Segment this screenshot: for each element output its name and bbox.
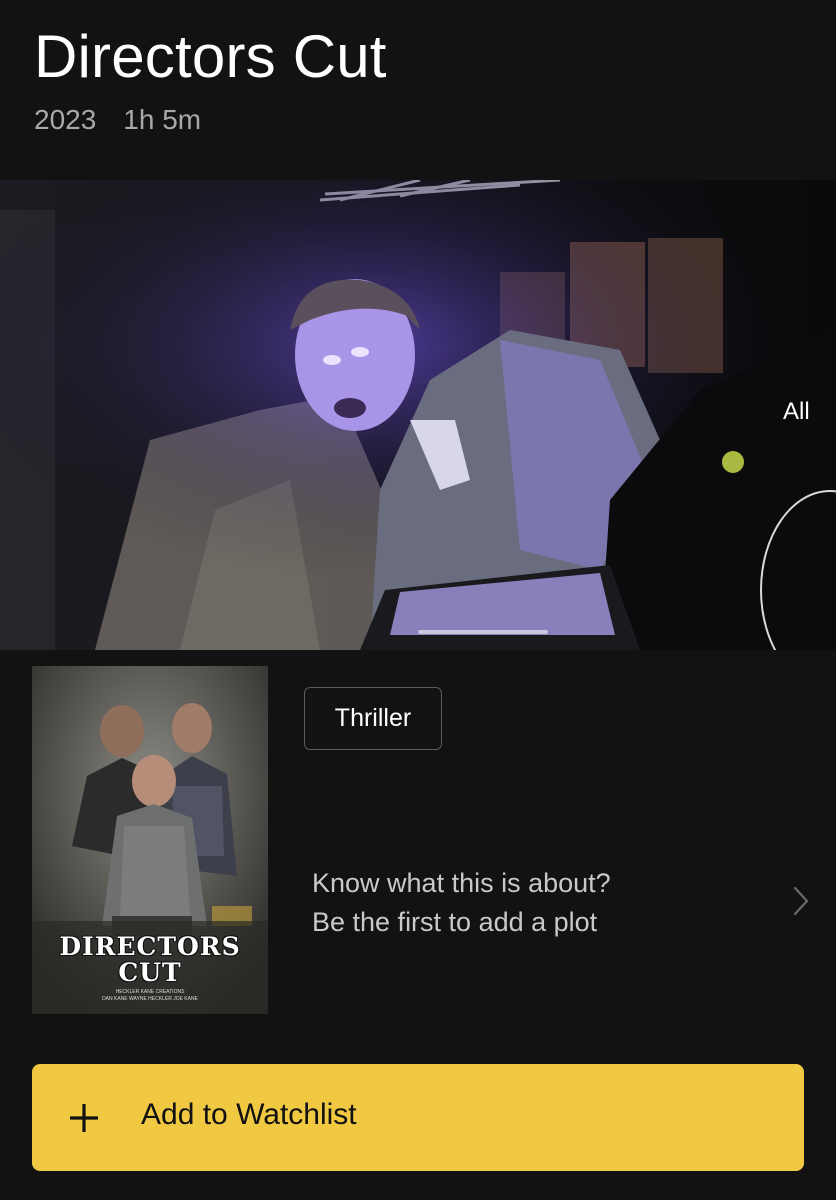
poster-title-line2: CUT [118, 958, 182, 987]
poster-credit-cast: DAN KANE WAYNE HECKLER JOE KANE [102, 996, 198, 1002]
runtime: 1h 5m [123, 104, 202, 135]
all-media-label: All [783, 398, 810, 425]
hero-scene-image [0, 180, 836, 650]
chevron-right-icon[interactable] [792, 886, 810, 916]
plot-prompt-line2: Be the first to add a plot [312, 907, 598, 937]
add-to-watchlist-label: Add to Watchlist [141, 1098, 357, 1131]
plus-icon [70, 1104, 98, 1132]
title-metadata: 2023 1h 5m [34, 103, 201, 137]
add-plot-prompt[interactable]: Know what this is about? Be the first to… [312, 864, 782, 942]
release-year: 2023 [34, 104, 97, 135]
genre-chip-thriller[interactable]: Thriller [304, 687, 442, 750]
movie-poster[interactable]: DIRECTORS CUT HECKLER KANE CREATIONS DAN… [32, 666, 268, 1014]
hero-video-still[interactable]: All [0, 180, 836, 650]
poster-credit-company: HECKLER KANE CREATIONS [115, 989, 185, 995]
plot-prompt-line1: Know what this is about? [312, 868, 611, 898]
poster-title-line1: DIRECTORS [59, 932, 241, 961]
page-title: Directors Cut [34, 23, 387, 90]
media-scrub-bar[interactable] [418, 630, 548, 634]
